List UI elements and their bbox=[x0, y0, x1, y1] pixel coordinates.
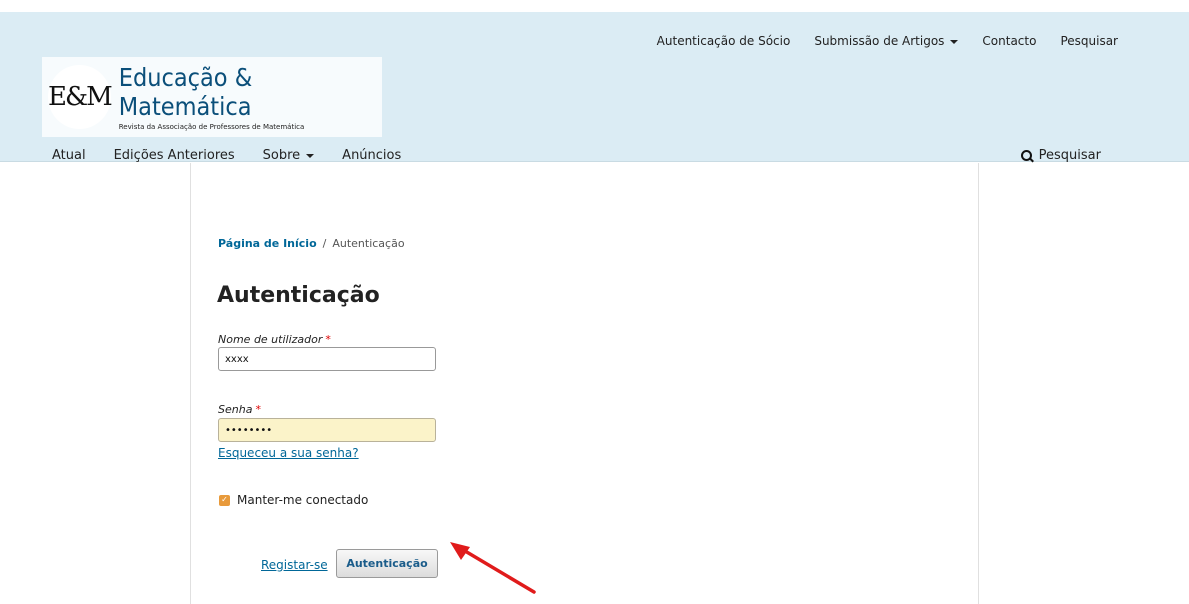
logo-title: Educação & Matemática bbox=[118, 63, 253, 121]
chevron-down-icon bbox=[306, 153, 315, 158]
chevron-down-icon bbox=[950, 39, 959, 44]
password-label: Senha * bbox=[218, 403, 261, 416]
search-icon bbox=[1020, 149, 1033, 162]
password-input[interactable]: •••••••• bbox=[218, 418, 436, 442]
nav-about[interactable]: Sobre bbox=[263, 148, 315, 163]
submission-menu[interactable]: Submissão de Artigos bbox=[814, 34, 959, 48]
required-marker: * bbox=[255, 403, 261, 416]
breadcrumb-home-link[interactable]: Página de Início bbox=[218, 237, 317, 250]
register-link[interactable]: Registar-se bbox=[261, 558, 328, 572]
breadcrumb-current: Autenticação bbox=[332, 237, 405, 250]
logo-mark: E&M bbox=[48, 65, 113, 129]
page-title: Autenticação bbox=[217, 283, 380, 308]
search-link-label: Pesquisar bbox=[1038, 148, 1101, 163]
main-content: Página de Início / Autenticação Autenticaç… bbox=[190, 163, 979, 604]
remember-me-label: Manter-me conectado bbox=[237, 493, 369, 507]
password-label-text: Senha bbox=[218, 403, 253, 416]
username-label-text: Nome de utilizador bbox=[218, 333, 323, 346]
submission-menu-label: Submissão de Artigos bbox=[814, 34, 945, 48]
member-login-link[interactable]: Autenticação de Sócio bbox=[657, 34, 791, 48]
login-button[interactable]: Autenticação bbox=[336, 549, 438, 578]
nav-announcements[interactable]: Anúncios bbox=[342, 148, 401, 163]
top-strip bbox=[0, 0, 1189, 12]
forgot-password-link[interactable]: Esqueceu a sua senha? bbox=[218, 446, 359, 460]
remember-me[interactable]: ✓ Manter-me conectado bbox=[219, 493, 368, 507]
nav-archives[interactable]: Edições Anteriores bbox=[114, 148, 235, 163]
primary-nav: Atual Edições Anteriores Sobre Anúncios bbox=[52, 148, 429, 163]
username-label: Nome de utilizador * bbox=[218, 333, 331, 346]
site-header: Autenticação de Sócio Submissão de Artig… bbox=[0, 12, 1189, 163]
breadcrumb-separator: / bbox=[322, 237, 327, 250]
logo-text: Educação & Matemática Revista da Associa… bbox=[119, 63, 382, 131]
username-input[interactable]: xxxx bbox=[218, 347, 436, 371]
top-search-link[interactable]: Pesquisar bbox=[1060, 34, 1118, 48]
breadcrumb: Página de Início / Autenticação bbox=[218, 237, 405, 250]
contact-link[interactable]: Contacto bbox=[982, 34, 1036, 48]
site-logo[interactable]: E&M Educação & Matemática Revista da Ass… bbox=[42, 57, 382, 137]
search-link[interactable]: Pesquisar bbox=[1020, 148, 1101, 163]
red-arrow-annotation bbox=[450, 542, 536, 594]
nav-about-label: Sobre bbox=[262, 148, 301, 163]
logo-subtitle: Revista da Associação de Professores de … bbox=[118, 123, 305, 131]
user-nav: Autenticação de Sócio Submissão de Artig… bbox=[657, 34, 1118, 48]
remember-me-checkbox[interactable]: ✓ bbox=[219, 494, 230, 506]
nav-current[interactable]: Atual bbox=[52, 148, 86, 163]
required-marker: * bbox=[325, 333, 331, 346]
